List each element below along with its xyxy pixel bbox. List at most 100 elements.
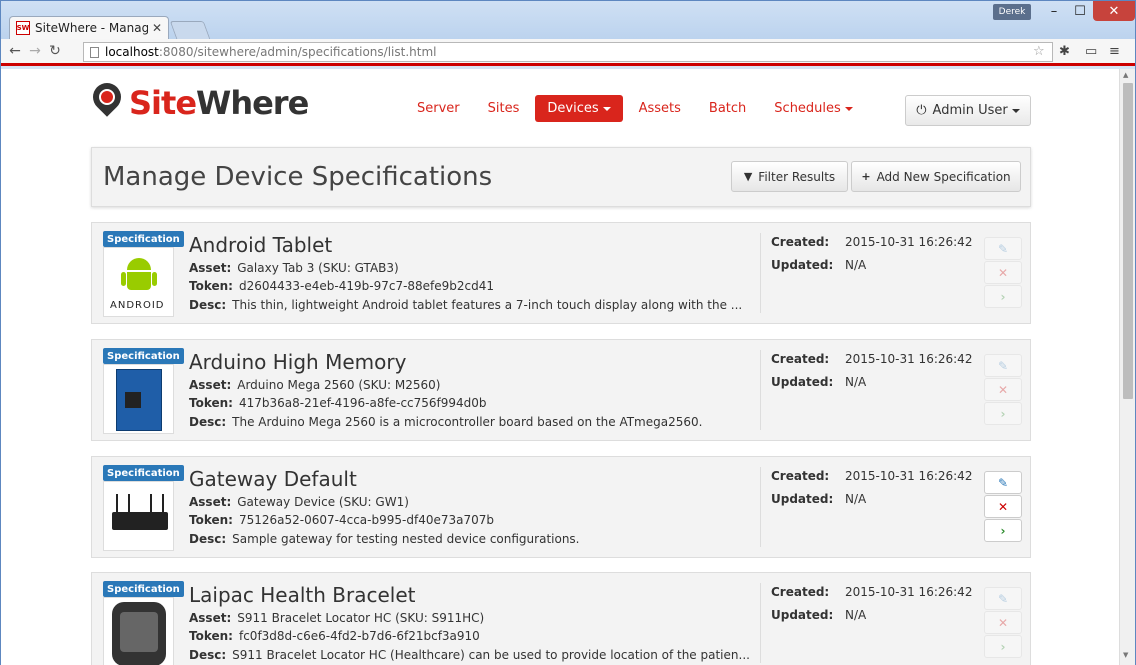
- edit-button[interactable]: ✎: [984, 237, 1022, 260]
- delete-button[interactable]: ✕: [984, 261, 1022, 284]
- back-arrow-icon[interactable]: ←: [5, 43, 25, 59]
- gear-icon[interactable]: ✱: [1059, 44, 1070, 59]
- delete-icon: ✕: [997, 615, 1009, 630]
- edit-icon: ✎: [997, 358, 1009, 373]
- forward-arrow-icon[interactable]: →: [25, 43, 45, 59]
- divider: [760, 583, 761, 663]
- asset-row: Asset: Galaxy Tab 3 (SKU: GTAB3): [189, 261, 399, 275]
- nav-server[interactable]: Server: [405, 95, 472, 122]
- edit-button[interactable]: ✎: [984, 587, 1022, 610]
- delete-button[interactable]: ✕: [984, 495, 1022, 518]
- updated-label: Updated:: [771, 492, 834, 506]
- edit-button[interactable]: ✎: [984, 354, 1022, 377]
- url-path: :8080/sitewhere/admin/specifications/lis…: [158, 45, 437, 59]
- updated-label: Updated:: [771, 608, 834, 622]
- nav-schedules[interactable]: Schedules: [762, 95, 865, 122]
- tab-title: SiteWhere - Manage: [35, 21, 148, 35]
- nav-devices[interactable]: Devices: [535, 95, 623, 122]
- updated-value: N/A: [845, 492, 867, 506]
- delete-icon: ✕: [997, 382, 1009, 397]
- desc-row: Desc: Sample gateway for testing nested d…: [189, 532, 580, 546]
- profile-badge[interactable]: Derek: [993, 4, 1031, 20]
- created-label: Created:: [771, 352, 830, 366]
- delete-icon: ✕: [997, 499, 1009, 514]
- gateway-thumbnail: [103, 481, 174, 551]
- maximize-icon[interactable]: ☐: [1067, 1, 1093, 21]
- router-icon: [112, 512, 168, 530]
- new-tab-button[interactable]: [169, 21, 211, 39]
- spec-name: Laipac Health Bracelet: [189, 583, 416, 607]
- open-button[interactable]: ›: [984, 519, 1022, 542]
- arduino-thumbnail: [103, 364, 174, 434]
- close-window-icon[interactable]: ✕: [1093, 1, 1135, 21]
- open-button[interactable]: ›: [984, 402, 1022, 425]
- browser-window: SW SiteWhere - Manage ✕ Derek – ☐ ✕ ← → …: [0, 0, 1136, 665]
- spec-card-arduino-high-memory[interactable]: Specification Arduino High Memory Asset:…: [91, 339, 1031, 441]
- admin-user-button[interactable]: ⏻ Admin User: [905, 95, 1031, 126]
- sitewhere-favicon-icon: SW: [16, 21, 30, 35]
- plus-icon: +: [861, 170, 871, 183]
- open-button[interactable]: ›: [984, 635, 1022, 658]
- desc-row: Desc: S911 Bracelet Locator HC (Healthcar…: [189, 648, 750, 662]
- edit-icon: ✎: [997, 591, 1009, 606]
- nav-batch[interactable]: Batch: [697, 95, 758, 122]
- reload-icon[interactable]: ↻: [45, 43, 65, 59]
- nav-assets[interactable]: Assets: [627, 95, 693, 122]
- edit-icon: ✎: [997, 475, 1009, 490]
- page-viewport: SiteWhere Server Sites Devices Assets Ba…: [1, 69, 1119, 665]
- page-scrollbar[interactable]: ▲ ▼: [1119, 69, 1135, 665]
- updated-value: N/A: [845, 375, 867, 389]
- created-label: Created:: [771, 235, 830, 249]
- android-robot-icon: [121, 258, 157, 298]
- add-specification-button[interactable]: + Add New Specification: [851, 161, 1021, 192]
- bookmark-star-icon[interactable]: ☆: [1033, 44, 1045, 59]
- spec-card-laipac-health-bracelet[interactable]: Specification Laipac Health Bracelet Ass…: [91, 572, 1031, 665]
- updated-label: Updated:: [771, 375, 834, 389]
- created-value: 2015-10-31 16:26:42: [845, 352, 973, 366]
- watch-icon: [112, 602, 166, 665]
- chevron-right-icon: ›: [1000, 289, 1006, 304]
- title-bar: SW SiteWhere - Manage ✕ Derek – ☐ ✕: [1, 1, 1135, 39]
- scroll-thumb[interactable]: [1123, 83, 1133, 399]
- scroll-up-icon[interactable]: ▲: [1123, 71, 1128, 79]
- token-row: Token: d2604433-e4eb-419b-97c7-88efe9b2cd…: [189, 279, 495, 293]
- chevron-down-icon: [602, 106, 611, 111]
- specification-badge: Specification: [103, 348, 184, 364]
- android-wordmark: ANDROID: [110, 300, 165, 311]
- android-thumbnail: ANDROID: [103, 247, 174, 317]
- edit-icon: ✎: [997, 241, 1009, 256]
- url-host: localhost: [105, 45, 159, 59]
- updated-value: N/A: [845, 258, 867, 272]
- scroll-down-icon[interactable]: ▼: [1123, 651, 1128, 659]
- tab-close-icon[interactable]: ✕: [152, 21, 162, 35]
- desc-row: Desc: This thin, lightweight Android tabl…: [189, 298, 743, 312]
- specification-badge: Specification: [103, 465, 184, 481]
- open-button[interactable]: ›: [984, 285, 1022, 308]
- menu-icon[interactable]: ≡: [1109, 44, 1120, 59]
- specification-badge: Specification: [103, 581, 184, 597]
- page-icon: [90, 46, 99, 58]
- filter-results-button[interactable]: ▼ Filter Results: [731, 161, 848, 192]
- created-value: 2015-10-31 16:26:42: [845, 469, 973, 483]
- logo-pin-icon: [87, 77, 127, 125]
- edit-button[interactable]: ✎: [984, 471, 1022, 494]
- token-row: Token: 75126a52-0607-4cca-b995-df40e73a70…: [189, 513, 494, 527]
- sitewhere-logo[interactable]: SiteWhere: [87, 77, 309, 125]
- address-bar[interactable]: localhost:8080/sitewhere/admin/specifica…: [83, 42, 1053, 62]
- spec-card-android-tablet[interactable]: Specification ANDROID Android Tablet Ass…: [91, 222, 1031, 324]
- spec-card-gateway-default[interactable]: Specification Gateway Default Asset: Gate…: [91, 456, 1031, 558]
- delete-button[interactable]: ✕: [984, 611, 1022, 634]
- delete-button[interactable]: ✕: [984, 378, 1022, 401]
- minimize-icon[interactable]: –: [1041, 1, 1067, 21]
- cast-icon[interactable]: ▭: [1085, 44, 1097, 59]
- browser-toolbar: ← → ↻ localhost:8080/sitewhere/admin/spe…: [1, 39, 1135, 66]
- token-row: Token: fc0f3d8d-c6e6-4fd2-b7d6-6f21bcf3a9…: [189, 629, 480, 643]
- browser-tab[interactable]: SW SiteWhere - Manage ✕: [9, 16, 169, 39]
- chevron-right-icon: ›: [1000, 406, 1006, 421]
- chevron-down-icon: [844, 106, 853, 111]
- nav-sites[interactable]: Sites: [476, 95, 532, 122]
- spec-name: Android Tablet: [189, 233, 333, 257]
- chevron-down-icon: [1011, 108, 1020, 113]
- bracelet-thumbnail: [103, 597, 174, 665]
- asset-row: Asset: Gateway Device (SKU: GW1): [189, 495, 409, 509]
